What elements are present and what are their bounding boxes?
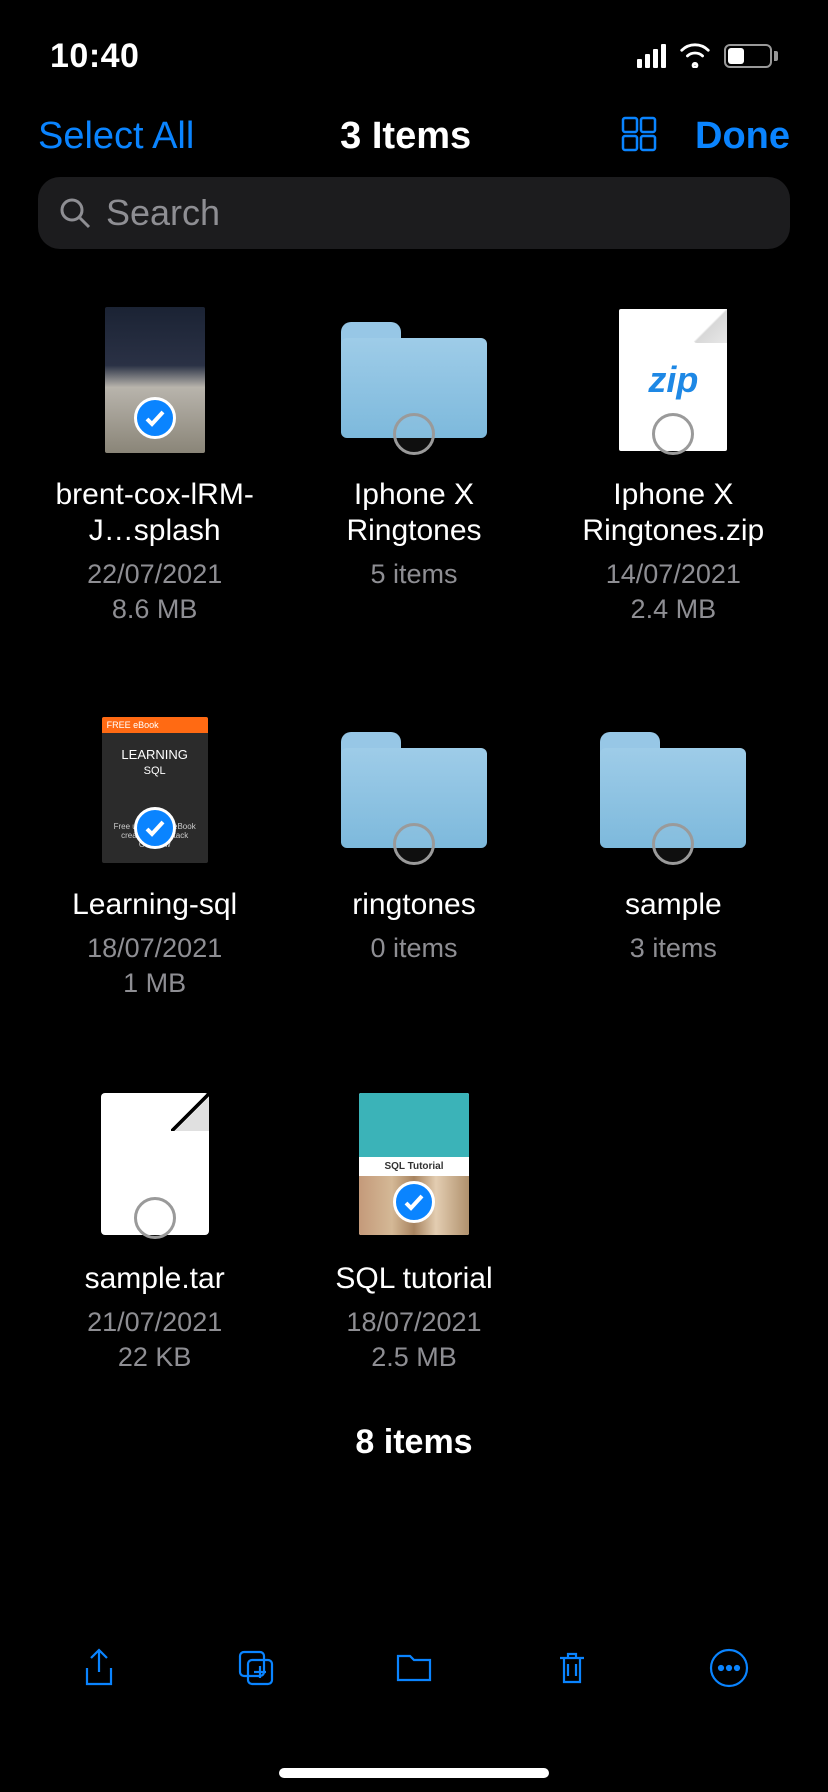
folder-count: 3 items: [630, 931, 717, 966]
wifi-icon: [678, 40, 712, 73]
select-all-button[interactable]: Select All: [38, 115, 194, 158]
search-field[interactable]: [38, 177, 790, 249]
file-name: SQL tutorial: [335, 1261, 492, 1297]
file-item[interactable]: SQL Tutorial SQL tutorial 18/07/2021 2.5…: [289, 1091, 538, 1375]
status-bar: 10:40: [0, 0, 828, 88]
file-date: 22/07/2021: [87, 557, 222, 592]
file-size: 1 MB: [123, 966, 186, 1001]
folder-name: ringtones: [352, 887, 475, 923]
file-name: Iphone X Ringtones.zip: [568, 477, 778, 549]
file-item[interactable]: brent-cox-lRM-J…splash 22/07/2021 8.6 MB: [30, 307, 279, 627]
folder-thumbnail: [341, 307, 487, 453]
status-time: 10:40: [50, 37, 139, 76]
file-size: 22 KB: [118, 1340, 192, 1375]
view-toggle-button[interactable]: [617, 112, 661, 161]
file-size: 2.5 MB: [371, 1340, 457, 1375]
selection-circle-icon[interactable]: [393, 413, 435, 455]
bottom-toolbar: [0, 1624, 828, 1732]
folder-thumbnail: [600, 717, 746, 863]
folder-name: Iphone X Ringtones: [309, 477, 519, 549]
file-name: sample.tar: [85, 1261, 225, 1297]
home-indicator[interactable]: [279, 1768, 549, 1778]
share-button[interactable]: [75, 1644, 123, 1692]
file-size: 8.6 MB: [112, 592, 198, 627]
move-button[interactable]: [390, 1644, 438, 1692]
folder-name: sample: [625, 887, 722, 923]
duplicate-button[interactable]: [232, 1644, 280, 1692]
file-date: 18/07/2021: [87, 931, 222, 966]
file-item[interactable]: zip Iphone X Ringtones.zip 14/07/2021 2.…: [549, 307, 798, 627]
file-size: 2.4 MB: [631, 592, 717, 627]
page-title: 3 Items: [340, 115, 471, 158]
selection-checkmark-icon[interactable]: [134, 397, 176, 439]
status-icons: [637, 40, 778, 73]
file-thumbnail: [82, 307, 228, 453]
file-thumbnail: FREE eBook LEARNINGSQLFree unaffiliated …: [82, 717, 228, 863]
file-name: Learning-sql: [72, 887, 237, 923]
file-date: 14/07/2021: [606, 557, 741, 592]
selection-checkmark-icon[interactable]: [393, 1181, 435, 1223]
more-button[interactable]: [705, 1644, 753, 1692]
selection-checkmark-icon[interactable]: [134, 807, 176, 849]
folder-thumbnail: [341, 717, 487, 863]
selection-circle-icon[interactable]: [652, 823, 694, 865]
search-input[interactable]: [106, 192, 770, 234]
item-count-summary: 8 items: [0, 1423, 828, 1462]
search-icon: [58, 196, 92, 230]
delete-button[interactable]: [548, 1644, 596, 1692]
battery-icon: [724, 44, 778, 68]
file-item[interactable]: sample.tar 21/07/2021 22 KB: [30, 1091, 279, 1375]
folder-count: 0 items: [370, 931, 457, 966]
selection-circle-icon[interactable]: [393, 823, 435, 865]
folder-item[interactable]: Iphone X Ringtones 5 items: [289, 307, 538, 627]
selection-circle-icon[interactable]: [134, 1197, 176, 1239]
folder-item[interactable]: ringtones 0 items: [289, 717, 538, 1001]
done-button[interactable]: Done: [695, 115, 790, 158]
folder-count: 5 items: [370, 557, 457, 592]
file-thumbnail: [82, 1091, 228, 1237]
file-thumbnail: zip: [600, 307, 746, 453]
file-date: 21/07/2021: [87, 1305, 222, 1340]
file-name: brent-cox-lRM-J…splash: [50, 477, 260, 549]
file-thumbnail: SQL Tutorial: [341, 1091, 487, 1237]
nav-bar: Select All 3 Items Done: [0, 88, 828, 177]
cellular-signal-icon: [637, 44, 666, 68]
folder-item[interactable]: sample 3 items: [549, 717, 798, 1001]
file-date: 18/07/2021: [346, 1305, 481, 1340]
selection-circle-icon[interactable]: [652, 413, 694, 455]
file-grid: brent-cox-lRM-J…splash 22/07/2021 8.6 MB…: [0, 261, 828, 1396]
file-item[interactable]: FREE eBook LEARNINGSQLFree unaffiliated …: [30, 717, 279, 1001]
